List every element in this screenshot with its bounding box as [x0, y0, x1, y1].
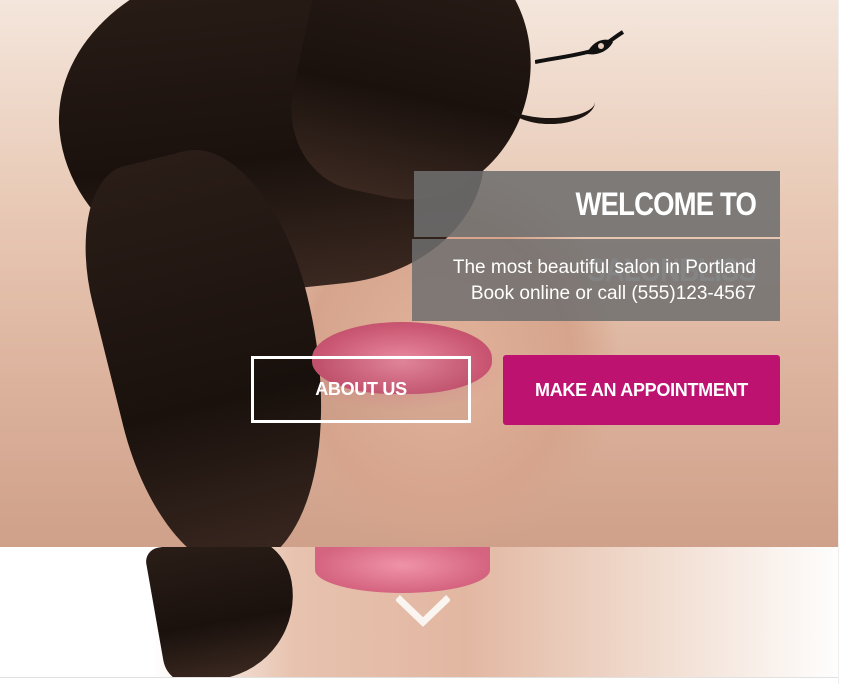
hero-phone-line: Book online or call (555)123-4567 [470, 283, 756, 304]
hero-title-box: WELCOME TO SALONBLISS [414, 171, 780, 288]
hero-tagline: The most beautiful salon in Portland [452, 257, 756, 278]
make-appointment-button[interactable]: MAKE AN APPOINTMENT [503, 355, 780, 425]
eye-lashes [505, 80, 595, 124]
hero-tagline-box: The most beautiful salon in Portland Boo… [412, 239, 780, 321]
eye-decal-icon [535, 30, 625, 64]
about-us-button[interactable]: ABOUT US [251, 356, 471, 423]
bottom-divider [0, 677, 845, 678]
hair-shape [143, 547, 307, 677]
chevron-down-icon[interactable] [396, 590, 450, 630]
lips [315, 547, 490, 593]
page-edge [838, 0, 845, 684]
make-appointment-label: MAKE AN APPOINTMENT [535, 379, 748, 400]
about-us-label: ABOUT US [315, 379, 407, 399]
